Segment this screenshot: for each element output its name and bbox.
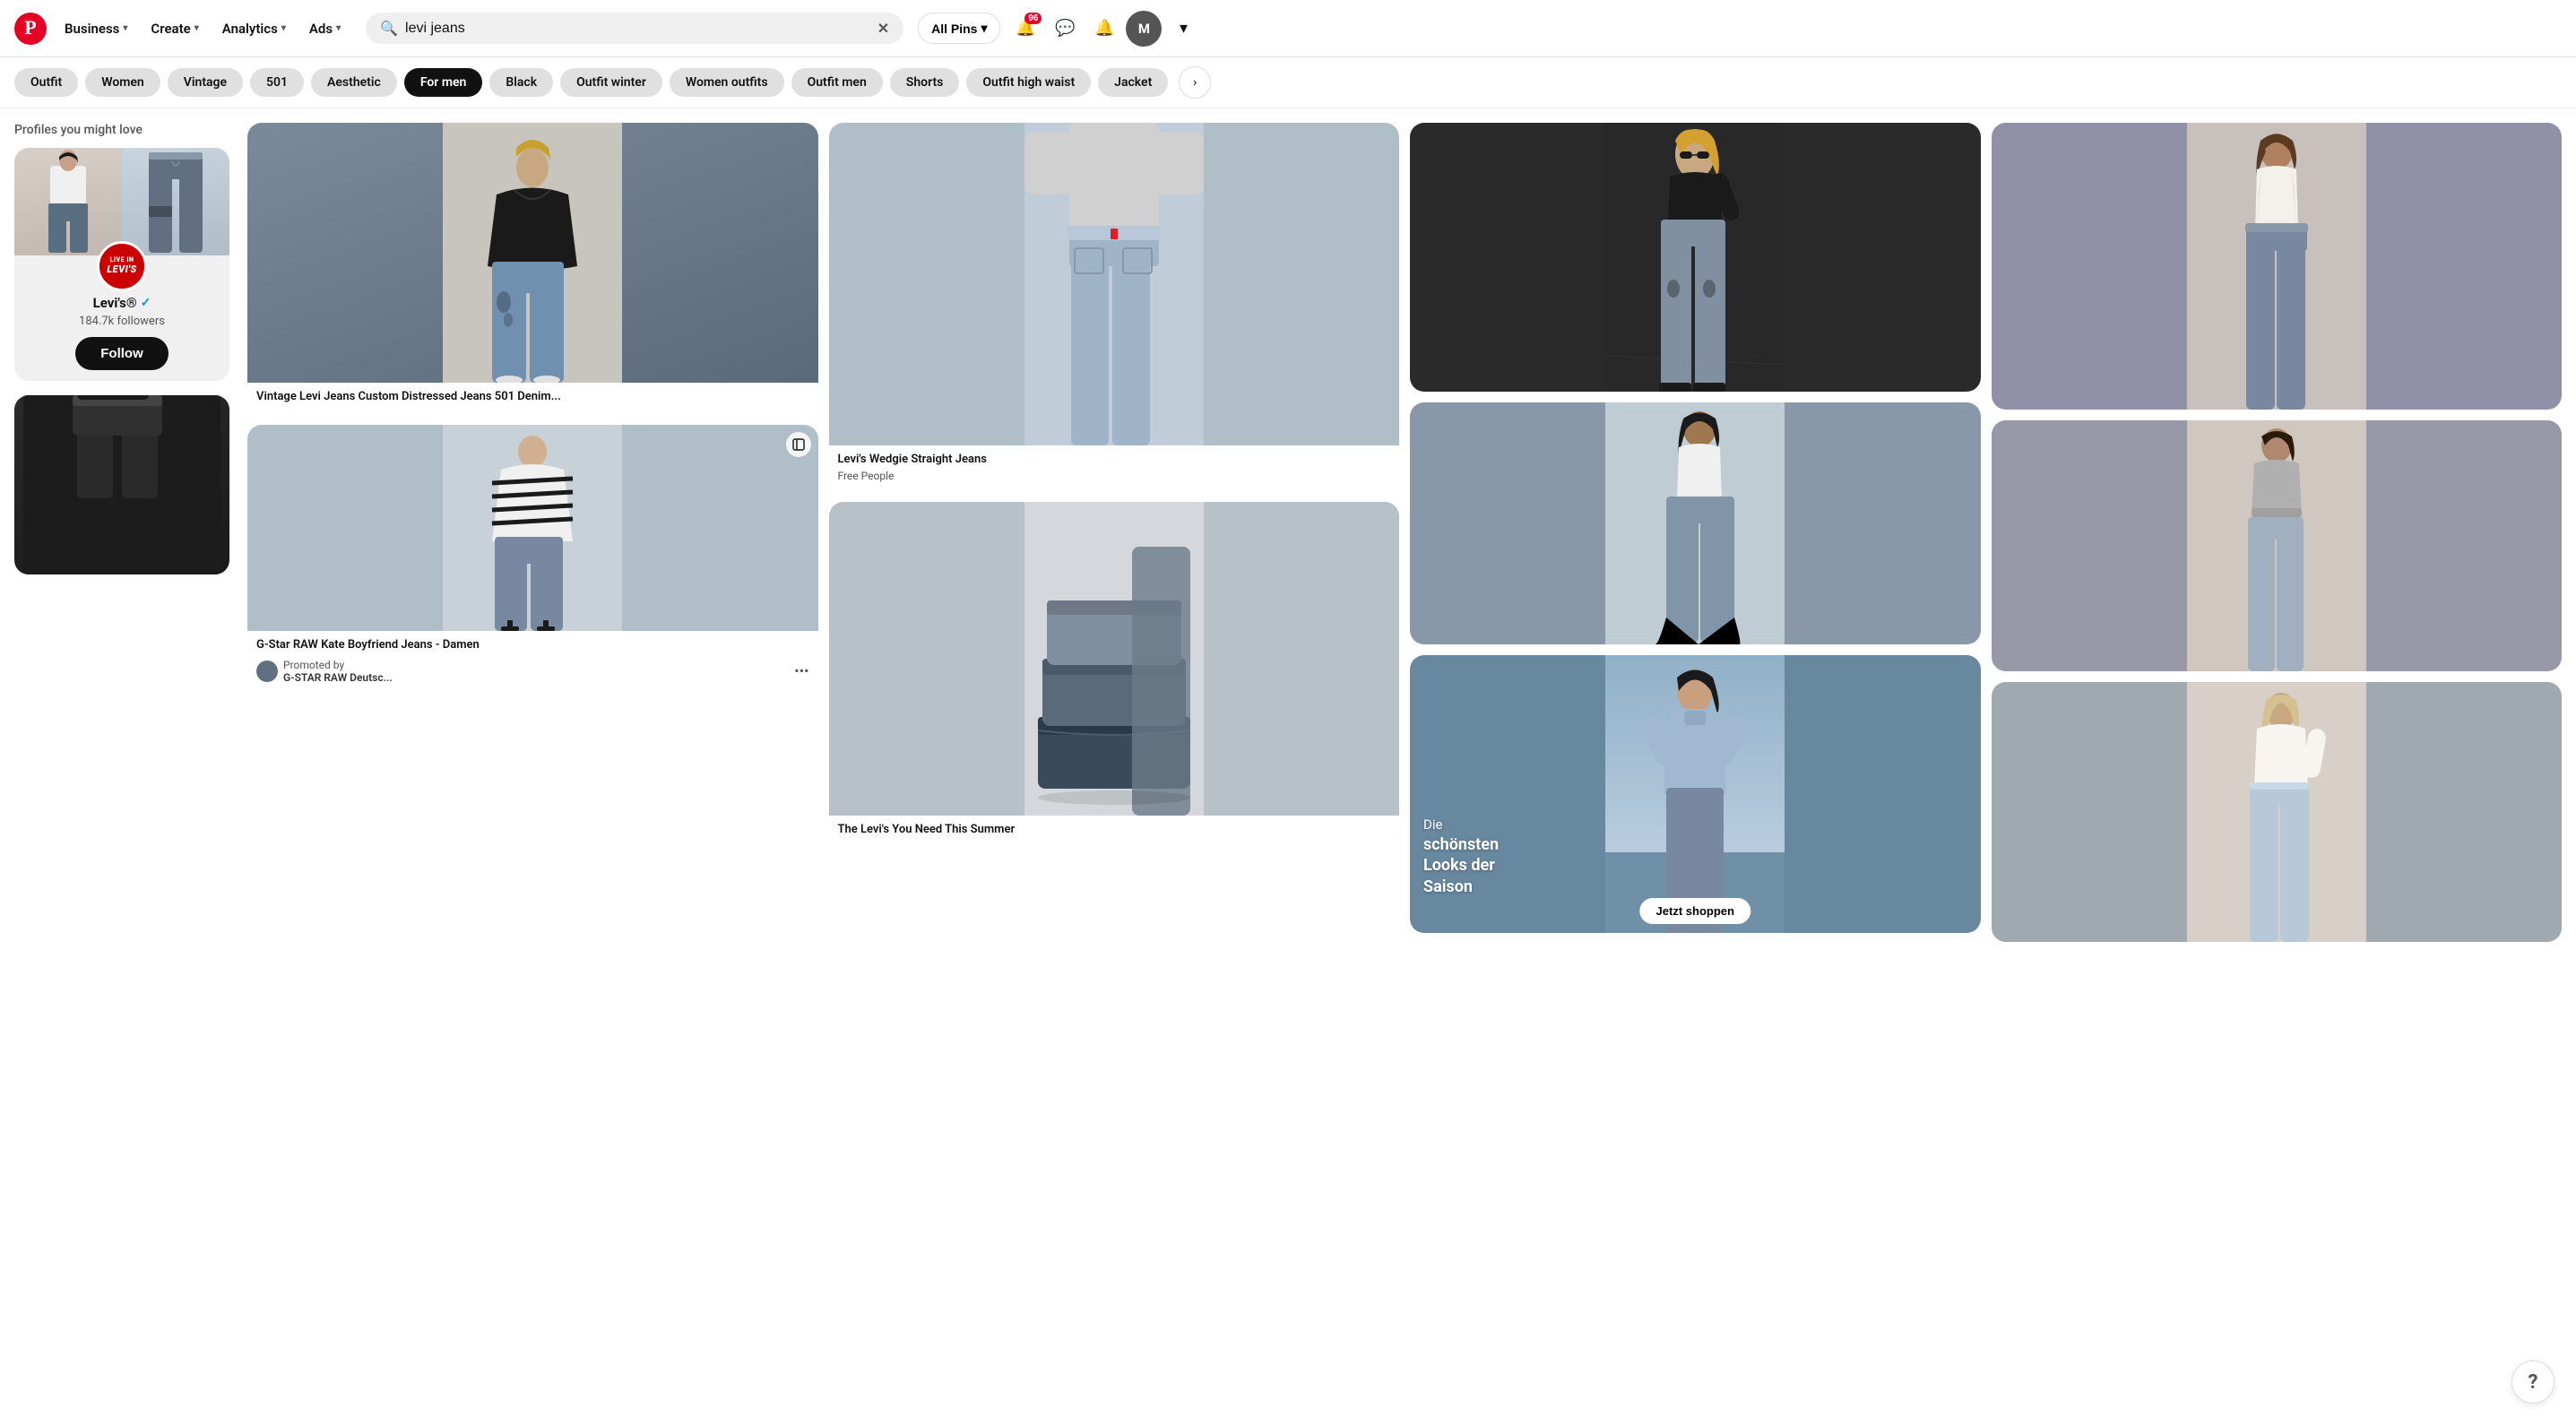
pin-title: The Levi's You Need This Summer [838,823,1391,838]
avatar[interactable]: M [1126,11,1162,47]
profile-followers: 184.7k followers [79,315,165,328]
profile-card-body: LIVE IN LEVI'S Levi's® ✓ 184.7k follower… [14,255,229,381]
save-icon [786,432,811,457]
filter-chips-bar: Outfit Women Vintage 501 Aesthetic For m… [0,57,2576,108]
chip-outfit-winter[interactable]: Outfit winter [560,68,662,97]
sidebar-card-2[interactable] [14,395,229,574]
pin-info: Vintage Levi Jeans Custom Distressed Jea… [247,383,818,414]
all-pins-button[interactable]: All Pins ▾ [918,13,1000,44]
chip-501[interactable]: 501 [250,68,304,97]
search-icon: 🔍 [380,20,398,37]
header: P Business ▾ Create ▾ Analytics ▾ Ads ▾ … [0,0,2576,57]
profile-avatar: LIVE IN LEVI'S [97,241,147,291]
account-menu-button[interactable]: ▾ [1165,11,1201,47]
pin-cta-button[interactable]: Jetzt shoppen [1640,898,1750,924]
chip-jacket[interactable]: Jacket [1098,68,1168,97]
pin-overlay-text-line3: Looks der [1423,855,1499,876]
chips-next-button[interactable]: › [1179,66,1211,99]
chevron-down-icon: ▾ [1180,19,1188,38]
chip-aesthetic[interactable]: Aesthetic [311,68,397,97]
verified-icon: ✓ [141,296,151,310]
nav-analytics[interactable]: Analytics ▾ [212,13,297,44]
pin-promoted: Promoted by G-STAR RAW Deutsc... ••• [256,659,809,684]
profile-card-levis[interactable]: LIVE IN LEVI'S Levi's® ✓ 184.7k follower… [14,148,229,381]
nav-business[interactable]: Business ▾ [54,13,138,44]
sidebar-profiles-title: Profiles you might love [14,123,229,137]
chevron-down-icon: ▾ [281,23,286,33]
chip-women-outfits[interactable]: Women outfits [670,68,784,97]
pin-title: Vintage Levi Jeans Custom Distressed Jea… [256,390,809,405]
pin-card[interactable] [1410,123,1981,392]
pin-card[interactable] [1992,682,2563,942]
profile-name: Levi's® ✓ [93,295,151,311]
pin-source: Free People [838,470,1391,482]
chevron-down-icon: ▾ [194,23,199,33]
chevron-down-icon: ▾ [123,23,127,33]
notifications-button[interactable]: 🔔 96 [1007,11,1043,47]
search-bar: 🔍 ✕ [366,13,903,44]
chip-vintage[interactable]: Vintage [168,68,243,97]
pin-info: The Levi's You Need This Summer [829,816,1400,847]
pin-overlay-text-line4: Saison [1423,877,1499,897]
nav-ads[interactable]: Ads ▾ [298,13,351,44]
chevron-down-icon: ▾ [336,23,341,33]
chip-outfit-men[interactable]: Outfit men [791,68,883,97]
chip-outfit-high-waist[interactable]: Outfit high waist [966,68,1091,97]
pin-card[interactable]: G-Star RAW Kate Boyfriend Jeans - Damen … [247,425,818,693]
notifications-bell-button[interactable]: 🔔 [1086,11,1122,47]
main-nav: Business ▾ Create ▾ Analytics ▾ Ads ▾ [54,13,351,44]
promoted-label: Promoted by [283,659,393,671]
chevron-down-icon: ▾ [981,21,987,36]
follow-button[interactable]: Follow [75,337,169,370]
chip-for-men[interactable]: For men [404,68,483,97]
header-icons: 🔔 96 💬 🔔 M ▾ [1007,11,1201,47]
chip-outfit[interactable]: Outfit [14,68,78,97]
pin-title: Levi's Wedgie Straight Jeans [838,453,1391,468]
pin-card[interactable] [1410,402,1981,644]
main-content: Profiles you might love [0,108,2576,956]
promoter-name: G-STAR RAW Deutsc... [283,671,393,684]
messages-button[interactable]: 💬 [1047,11,1083,47]
pin-info-promoted: G-Star RAW Kate Boyfriend Jeans - Damen … [247,631,818,693]
promoter-avatar [256,661,278,682]
pin-info: Levi's Wedgie Straight Jeans Free People [829,445,1400,491]
help-button[interactable]: ? [2511,1360,2554,1403]
pin-card[interactable] [1992,123,2563,410]
pin-grid: Vintage Levi Jeans Custom Distressed Jea… [247,123,2562,942]
pin-overlay-text-line2: schönsten [1423,834,1499,855]
pin-title: G-Star RAW Kate Boyfriend Jeans - Damen [256,638,809,653]
sidebar: Profiles you might love [14,123,229,942]
notification-badge: 96 [1024,13,1042,24]
chip-women[interactable]: Women [85,68,160,97]
message-icon: 💬 [1055,19,1075,38]
pin-card[interactable]: Levi's Wedgie Straight Jeans Free People [829,123,1400,491]
pin-card[interactable]: Die schönsten Looks der Saison Jetzt sho… [1410,655,1981,933]
svg-text:P: P [24,16,36,39]
pin-card[interactable] [1992,420,2563,671]
search-clear-button[interactable]: ✕ [877,20,889,37]
pin-card[interactable]: The Levi's You Need This Summer [829,502,1400,847]
pin-options-button[interactable]: ••• [794,662,808,679]
pinterest-logo[interactable]: P [14,13,47,45]
nav-create[interactable]: Create ▾ [140,13,209,44]
chip-black[interactable]: Black [489,68,553,97]
search-input[interactable] [405,21,870,37]
chip-shorts[interactable]: Shorts [890,68,960,97]
pin-overlay-text-line1: Die [1423,816,1499,834]
pin-card[interactable]: Vintage Levi Jeans Custom Distressed Jea… [247,123,818,414]
notification-bell-icon: 🔔 [1094,19,1114,38]
